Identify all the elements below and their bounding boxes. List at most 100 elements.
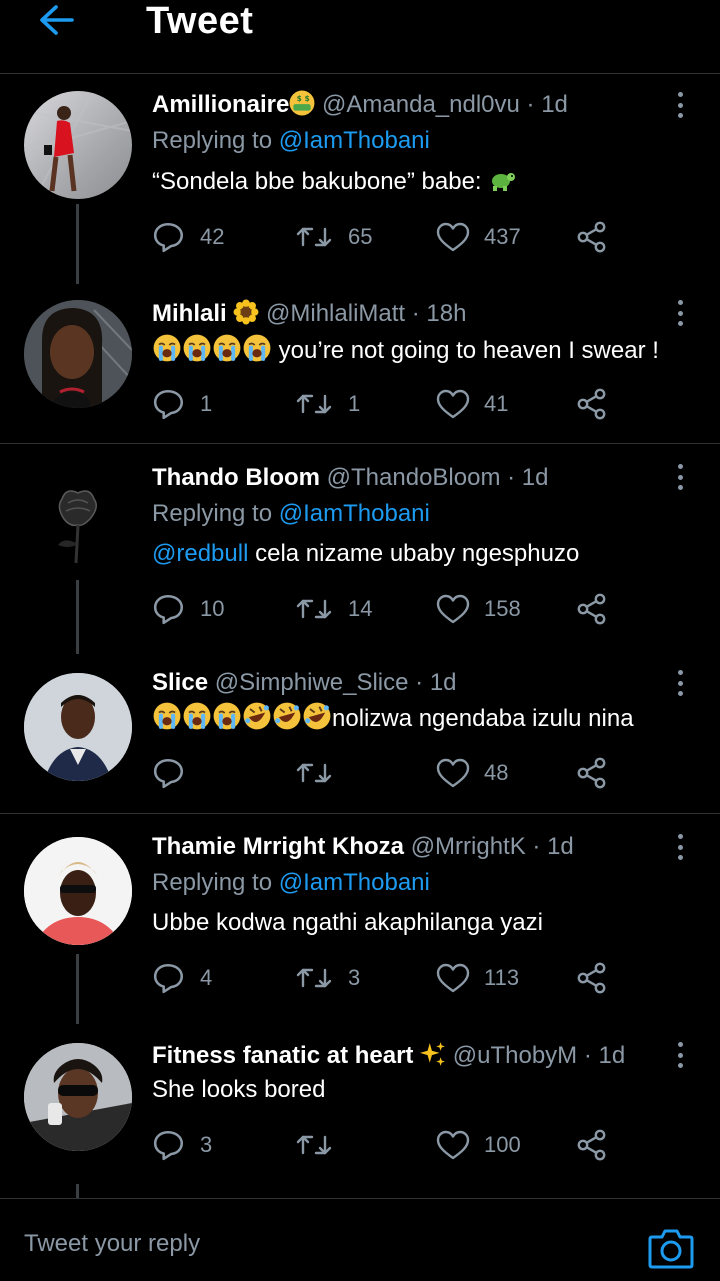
tweet-item[interactable]: Mihlali @MihlaliMatt · 18h you’re not go… bbox=[0, 284, 720, 444]
handle[interactable]: @MrrightK bbox=[411, 833, 526, 860]
more-options-icon[interactable] bbox=[670, 832, 690, 862]
display-name[interactable]: Mihlali bbox=[152, 300, 227, 327]
avatar[interactable] bbox=[24, 1043, 132, 1151]
handle[interactable]: @ThandoBloom bbox=[327, 464, 501, 491]
handle[interactable]: @MihlaliMatt bbox=[266, 300, 405, 327]
tweet-actions: 4 3 113 bbox=[152, 958, 672, 998]
tweet-text: you’re not going to heaven I swear ! bbox=[152, 334, 659, 366]
like-button[interactable]: 41 bbox=[436, 384, 508, 424]
turtle-icon bbox=[492, 173, 516, 191]
more-options-icon[interactable] bbox=[670, 1040, 690, 1070]
display-name[interactable]: Slice bbox=[152, 669, 208, 696]
avatar[interactable] bbox=[24, 463, 132, 571]
display-name[interactable]: Thamie Mrright Khoza bbox=[152, 833, 404, 860]
reply-input[interactable]: Tweet your reply bbox=[24, 1229, 200, 1259]
retweet-icon bbox=[296, 968, 332, 988]
share-button[interactable] bbox=[576, 958, 608, 998]
share-button[interactable] bbox=[576, 1125, 608, 1165]
retweet-button[interactable]: 14 bbox=[294, 589, 372, 629]
retweet-button[interactable]: 65 bbox=[294, 217, 372, 257]
like-button[interactable]: 48 bbox=[436, 753, 508, 793]
reply-button[interactable]: 4 bbox=[152, 958, 212, 998]
tweet-text: She looks bored bbox=[152, 1076, 326, 1103]
timestamp: · 1d bbox=[415, 669, 457, 696]
thread-line bbox=[76, 580, 79, 654]
tweet-header: Slice @Simphiwe_Slice · 1d bbox=[152, 668, 457, 698]
share-icon bbox=[577, 962, 606, 994]
timestamp: · 1d bbox=[583, 1042, 626, 1069]
heart-icon bbox=[436, 1130, 470, 1160]
tweet-actions: 10 14 158 bbox=[152, 589, 672, 629]
tweet-item[interactable]: Fitness fanatic at heart @uThobyM · 1d S… bbox=[0, 1024, 720, 1198]
share-button[interactable] bbox=[576, 384, 608, 424]
mention-link[interactable]: @IamThobani bbox=[279, 869, 430, 896]
thread-line bbox=[76, 204, 79, 284]
like-button[interactable]: 100 bbox=[436, 1125, 521, 1165]
like-button[interactable]: 437 bbox=[436, 217, 521, 257]
retweet-icon bbox=[296, 227, 332, 247]
reply-count: 4 bbox=[200, 965, 213, 990]
more-options-icon[interactable] bbox=[670, 462, 690, 492]
back-button[interactable] bbox=[36, 2, 76, 38]
replying-to: Replying to @IamThobani bbox=[152, 127, 430, 154]
reply-button[interactable]: 42 bbox=[152, 217, 224, 257]
like-count: 158 bbox=[484, 596, 521, 621]
handle[interactable]: @Simphiwe_Slice bbox=[215, 669, 409, 696]
share-button[interactable] bbox=[576, 753, 608, 793]
avatar-photo bbox=[24, 91, 132, 199]
handle[interactable]: @Amanda_ndl0vu bbox=[322, 91, 520, 118]
share-button[interactable] bbox=[576, 589, 608, 629]
reply-button[interactable]: 1 bbox=[152, 384, 212, 424]
heart-icon bbox=[436, 963, 470, 993]
reply-button[interactable] bbox=[152, 753, 200, 793]
like-count: 113 bbox=[484, 965, 520, 990]
mention-link[interactable]: @redbull bbox=[152, 540, 248, 567]
crying-face-icon bbox=[152, 334, 182, 362]
display-name[interactable]: Thando Bloom bbox=[152, 464, 320, 491]
tweet-text: nolizwa ngendaba izulu nina bbox=[152, 702, 634, 734]
more-options-icon[interactable] bbox=[670, 298, 690, 328]
reply-button[interactable]: 3 bbox=[152, 1125, 212, 1165]
retweet-button[interactable]: 1 bbox=[294, 384, 360, 424]
avatar[interactable] bbox=[24, 91, 132, 199]
tweet-header: Amillionaire $ $ @Amanda_ndl0vu · 1d bbox=[152, 90, 568, 120]
mention-link[interactable]: @IamThobani bbox=[279, 127, 430, 154]
handle[interactable]: @uThobyM bbox=[453, 1042, 577, 1069]
like-count: 48 bbox=[484, 760, 509, 785]
retweet-button[interactable] bbox=[294, 1125, 348, 1165]
share-icon bbox=[577, 221, 606, 253]
tweet-item[interactable]: Thamie Mrright Khoza @MrrightK · 1d Repl… bbox=[0, 814, 720, 1024]
tweet-actions: 3 100 bbox=[152, 1125, 672, 1165]
camera-button[interactable] bbox=[648, 1227, 694, 1269]
camera-icon bbox=[648, 1229, 694, 1269]
tweet-item[interactable]: Slice @Simphiwe_Slice · 1d nolizwa ngend… bbox=[0, 654, 720, 814]
tweet-item[interactable]: Amillionaire $ $ @Amanda_ndl0vu · 1d Repl… bbox=[0, 74, 720, 284]
avatar[interactable] bbox=[24, 300, 132, 408]
retweet-icon bbox=[296, 1135, 332, 1155]
avatar-photo bbox=[24, 837, 132, 945]
timestamp: · 18h bbox=[411, 300, 467, 327]
mention-link[interactable]: @IamThobani bbox=[279, 500, 430, 527]
retweet-button[interactable]: 3 bbox=[294, 958, 360, 998]
display-name[interactable]: Amillionaire bbox=[152, 91, 289, 118]
more-options-icon[interactable] bbox=[670, 668, 690, 698]
avatar[interactable] bbox=[24, 673, 132, 781]
tweet-header: Thamie Mrright Khoza @MrrightK · 1d bbox=[152, 832, 574, 862]
timestamp: · 1d bbox=[532, 833, 574, 860]
reply-icon bbox=[153, 963, 184, 994]
share-button[interactable] bbox=[576, 217, 608, 257]
more-options-icon[interactable] bbox=[670, 90, 690, 120]
like-count: 41 bbox=[484, 391, 509, 416]
reply-button[interactable]: 10 bbox=[152, 589, 224, 629]
tweet-header: Mihlali @MihlaliMatt · 18h bbox=[152, 299, 466, 329]
avatar[interactable] bbox=[24, 837, 132, 945]
like-button[interactable]: 158 bbox=[436, 589, 521, 629]
retweet-count: 3 bbox=[348, 965, 361, 990]
like-button[interactable]: 113 bbox=[436, 958, 519, 998]
retweet-button[interactable] bbox=[294, 753, 348, 793]
tweet-text: “Sondela bbe bakubone” babe: bbox=[152, 167, 516, 197]
rofl-icon bbox=[302, 702, 332, 730]
display-name[interactable]: Fitness fanatic at heart bbox=[152, 1042, 413, 1069]
tweet-item[interactable]: Thando Bloom @ThandoBloom · 1d Replying … bbox=[0, 444, 720, 654]
share-icon bbox=[577, 1129, 606, 1161]
